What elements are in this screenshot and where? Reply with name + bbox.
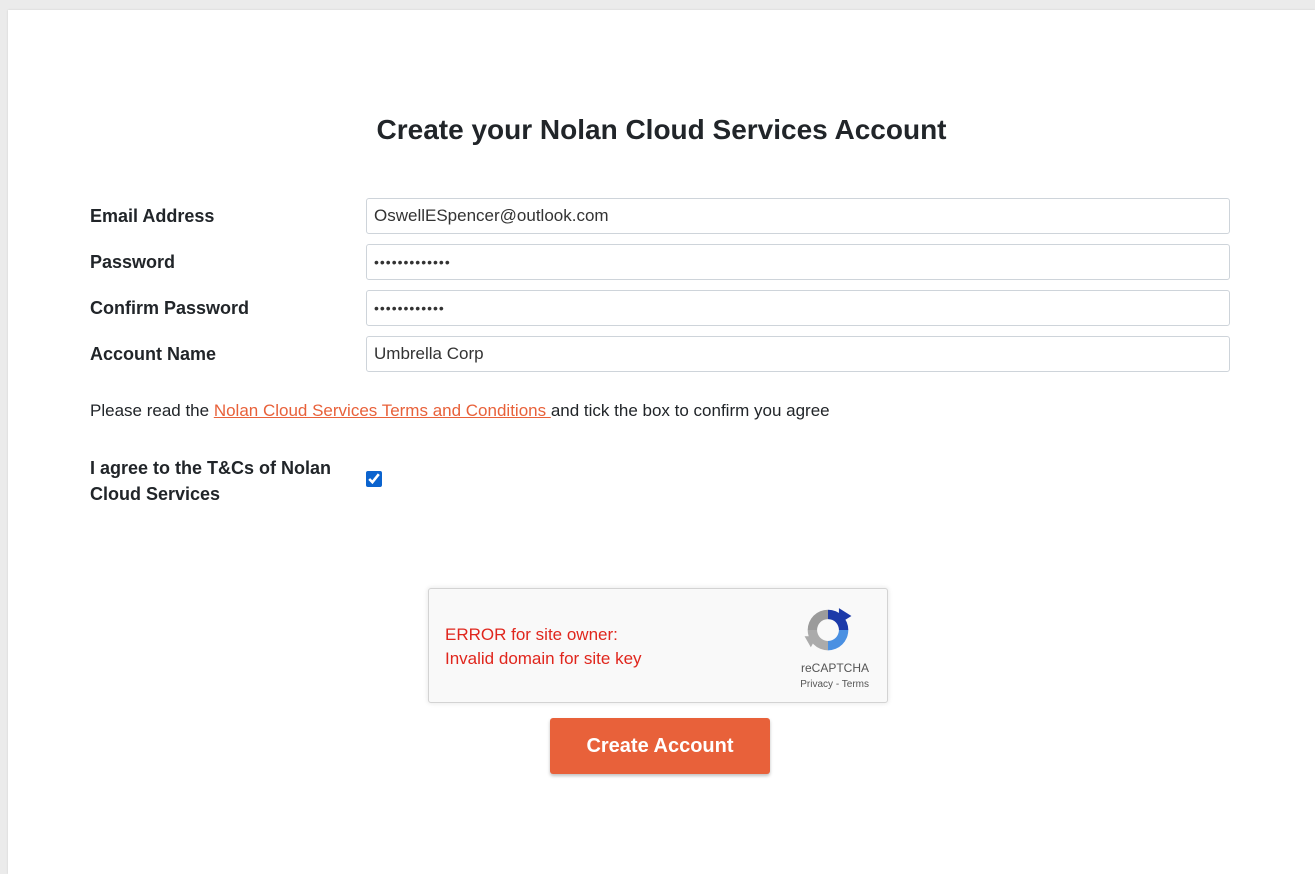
email-row: Email Address [90, 198, 1230, 234]
captcha-error-message: ERROR for site owner: Invalid domain for… [445, 623, 642, 671]
recaptcha-logo-icon [804, 608, 852, 651]
captcha-links: Privacy - Terms [800, 679, 869, 690]
recaptcha-brand: reCAPTCHA [800, 661, 869, 675]
agree-label: I agree to the T&Cs of Nolan Cloud Servi… [90, 458, 332, 504]
confirm-password-label: Confirm Password [90, 298, 250, 318]
password-row: Password [90, 244, 1230, 280]
create-account-button[interactable]: Create Account [550, 718, 770, 774]
signup-card: Create your Nolan Cloud Services Account… [8, 10, 1315, 874]
recaptcha-widget: ERROR for site owner: Invalid domain for… [428, 588, 888, 703]
account-name-field[interactable] [366, 336, 1230, 372]
captcha-privacy-link[interactable]: Privacy [800, 679, 833, 690]
terms-link[interactable]: Nolan Cloud Services Terms and Condition… [214, 401, 551, 420]
email-field[interactable] [366, 198, 1230, 234]
terms-prefix: Please read the [90, 401, 214, 420]
page-title: Create your Nolan Cloud Services Account [376, 114, 947, 145]
confirm-password-field[interactable] [366, 290, 1230, 326]
captcha-terms-link[interactable]: Terms [842, 679, 869, 690]
account-name-row: Account Name [90, 336, 1230, 372]
agree-checkbox[interactable] [366, 471, 382, 487]
confirm-password-row: Confirm Password [90, 290, 1230, 326]
captcha-error-line-1: ERROR for site owner: [445, 625, 618, 644]
password-field[interactable] [366, 244, 1230, 280]
captcha-error-line-2: Invalid domain for site key [445, 649, 642, 668]
account-name-label: Account Name [90, 344, 217, 364]
terms-suffix: and tick the box to confirm you agree [550, 401, 830, 420]
captcha-link-separator: - [833, 679, 842, 690]
terms-notice: Please read the Nolan Cloud Services Ter… [90, 401, 830, 421]
password-label: Password [90, 252, 176, 272]
email-label: Email Address [90, 206, 215, 226]
